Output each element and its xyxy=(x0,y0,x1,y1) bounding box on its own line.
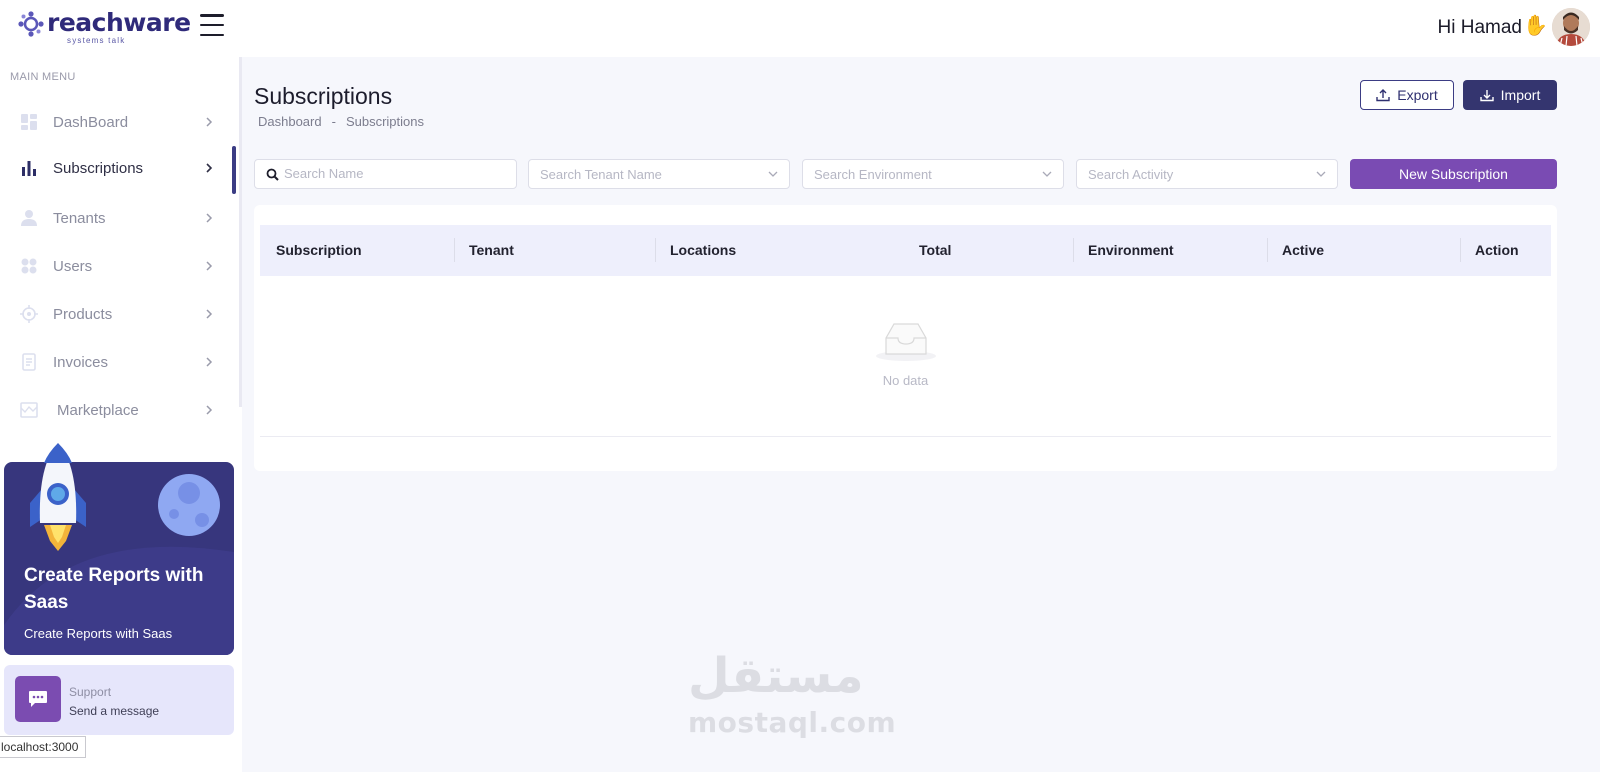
avatar-image xyxy=(1552,8,1590,46)
activity-select-placeholder: Search Activity xyxy=(1088,166,1174,182)
rocket-icon xyxy=(30,443,86,551)
sidebar-item-tenants[interactable]: Tenants xyxy=(0,196,239,240)
send-message-link[interactable]: Send a message xyxy=(69,704,159,718)
user-greeting: Hi Hamad xyxy=(1437,17,1522,38)
browser-status-url: localhost:3000 xyxy=(0,736,87,758)
upload-icon xyxy=(1376,89,1390,102)
promo-title: Create Reports with Saas xyxy=(24,565,204,613)
table-divider xyxy=(260,436,1551,437)
environment-select-placeholder: Search Environment xyxy=(814,166,932,182)
sidebar-item-dashboard[interactable]: DashBoard xyxy=(0,100,239,144)
hamburger-menu-icon[interactable] xyxy=(200,14,224,36)
logo-mark-icon xyxy=(18,11,44,37)
sidebar-item-invoices[interactable]: Invoices xyxy=(0,340,239,384)
page-title: Subscriptions xyxy=(254,83,393,109)
chevron-down-icon xyxy=(768,171,778,177)
search-icon xyxy=(266,168,279,181)
column-header-locations[interactable]: Locations xyxy=(670,242,736,258)
empty-state-text: No data xyxy=(882,373,929,388)
search-name-input[interactable] xyxy=(284,166,484,181)
avatar[interactable] xyxy=(1552,8,1590,46)
chat-icon xyxy=(29,691,47,707)
tenant-select-placeholder: Search Tenant Name xyxy=(540,166,662,182)
watermark-arabic: مستقل xyxy=(688,648,864,704)
column-divider xyxy=(655,238,656,262)
column-header-total[interactable]: Total xyxy=(919,242,951,258)
watermark-latin: mostaql.com xyxy=(688,706,897,739)
column-header-active[interactable]: Active xyxy=(1282,242,1324,258)
import-button[interactable]: Import xyxy=(1463,80,1557,110)
activity-select[interactable]: Search Activity xyxy=(1076,159,1338,189)
document-icon xyxy=(22,353,36,371)
sidebar-item-marketplace[interactable]: Marketplace xyxy=(0,388,239,432)
search-name-field[interactable] xyxy=(254,159,517,189)
download-icon xyxy=(1479,90,1494,102)
column-divider xyxy=(1460,238,1461,262)
breadcrumb-dashboard-link[interactable]: Dashboard xyxy=(258,114,322,129)
chevron-down-icon xyxy=(1042,171,1052,177)
active-indicator xyxy=(232,146,236,194)
column-header-environment[interactable]: Environment xyxy=(1088,242,1174,258)
support-chat-button[interactable] xyxy=(15,676,61,722)
column-divider xyxy=(1267,238,1268,262)
column-header-tenant[interactable]: Tenant xyxy=(469,242,514,258)
chevron-right-icon xyxy=(206,405,213,415)
sidebar-scrollbar[interactable] xyxy=(239,57,242,407)
export-button[interactable]: Export xyxy=(1360,80,1454,110)
sidebar-item-label: DashBoard xyxy=(53,113,129,131)
column-header-subscription[interactable]: Subscription xyxy=(276,242,362,258)
target-icon xyxy=(20,305,38,323)
sidebar-item-subscriptions[interactable]: Subscriptions xyxy=(0,146,239,190)
empty-inbox-icon xyxy=(876,323,936,361)
column-divider xyxy=(454,238,455,262)
tenant-select[interactable]: Search Tenant Name xyxy=(528,159,790,189)
breadcrumb: Dashboard - Subscriptions xyxy=(258,114,424,129)
sidebar-item-label: Invoices xyxy=(53,353,109,371)
import-label: Import xyxy=(1500,87,1541,103)
main-menu-title: MAIN MENU xyxy=(10,71,76,83)
subscriptions-table: Subscription Tenant Locations Total Envi… xyxy=(254,205,1557,471)
users-grid-icon xyxy=(21,258,37,274)
promo-subtitle: Create Reports with Saas xyxy=(24,626,173,641)
sidebar-item-users[interactable]: Users xyxy=(0,244,239,288)
chevron-right-icon xyxy=(206,117,213,127)
reachware-logo[interactable]: reachware systems talk xyxy=(18,8,191,45)
breadcrumb-separator: - xyxy=(331,114,336,129)
mostaql-watermark: مستقل mostaql.com xyxy=(688,648,896,744)
support-card: Support Send a message xyxy=(4,665,234,735)
sidebar-item-label: Products xyxy=(53,305,113,323)
sidebar-item-label: Subscriptions xyxy=(53,159,144,177)
column-header-action[interactable]: Action xyxy=(1475,242,1519,258)
chevron-right-icon xyxy=(206,213,213,223)
new-subscription-button[interactable]: New Subscription xyxy=(1350,159,1557,189)
sidebar-item-products[interactable]: Products xyxy=(0,292,239,336)
environment-select[interactable]: Search Environment xyxy=(802,159,1064,189)
sidebar-item-label: Tenants xyxy=(53,209,106,227)
sidebar-item-label: Users xyxy=(53,257,93,275)
chevron-right-icon xyxy=(206,261,213,271)
user-icon xyxy=(21,210,37,226)
breadcrumb-current: Subscriptions xyxy=(345,114,424,129)
dashboard-icon xyxy=(21,114,37,130)
sidebar-item-label: Marketplace xyxy=(57,401,139,419)
export-label: Export xyxy=(1397,87,1438,103)
logo-text: reachware xyxy=(47,8,191,37)
logo-tagline: systems talk xyxy=(67,36,126,45)
chevron-right-icon xyxy=(206,357,213,367)
storefront-icon xyxy=(20,402,38,418)
column-divider xyxy=(1073,238,1074,262)
waving-hand-icon: ✋ xyxy=(1523,15,1548,37)
table-header: Subscription Tenant Locations Total Envi… xyxy=(260,225,1551,276)
bar-chart-icon xyxy=(22,161,36,176)
chevron-down-icon xyxy=(1316,171,1326,177)
support-title: Support xyxy=(69,685,112,699)
chevron-right-icon xyxy=(206,309,213,319)
chevron-right-icon xyxy=(206,163,213,173)
top-bar: reachware systems talk Hi Hamad ✋ xyxy=(0,0,1600,57)
